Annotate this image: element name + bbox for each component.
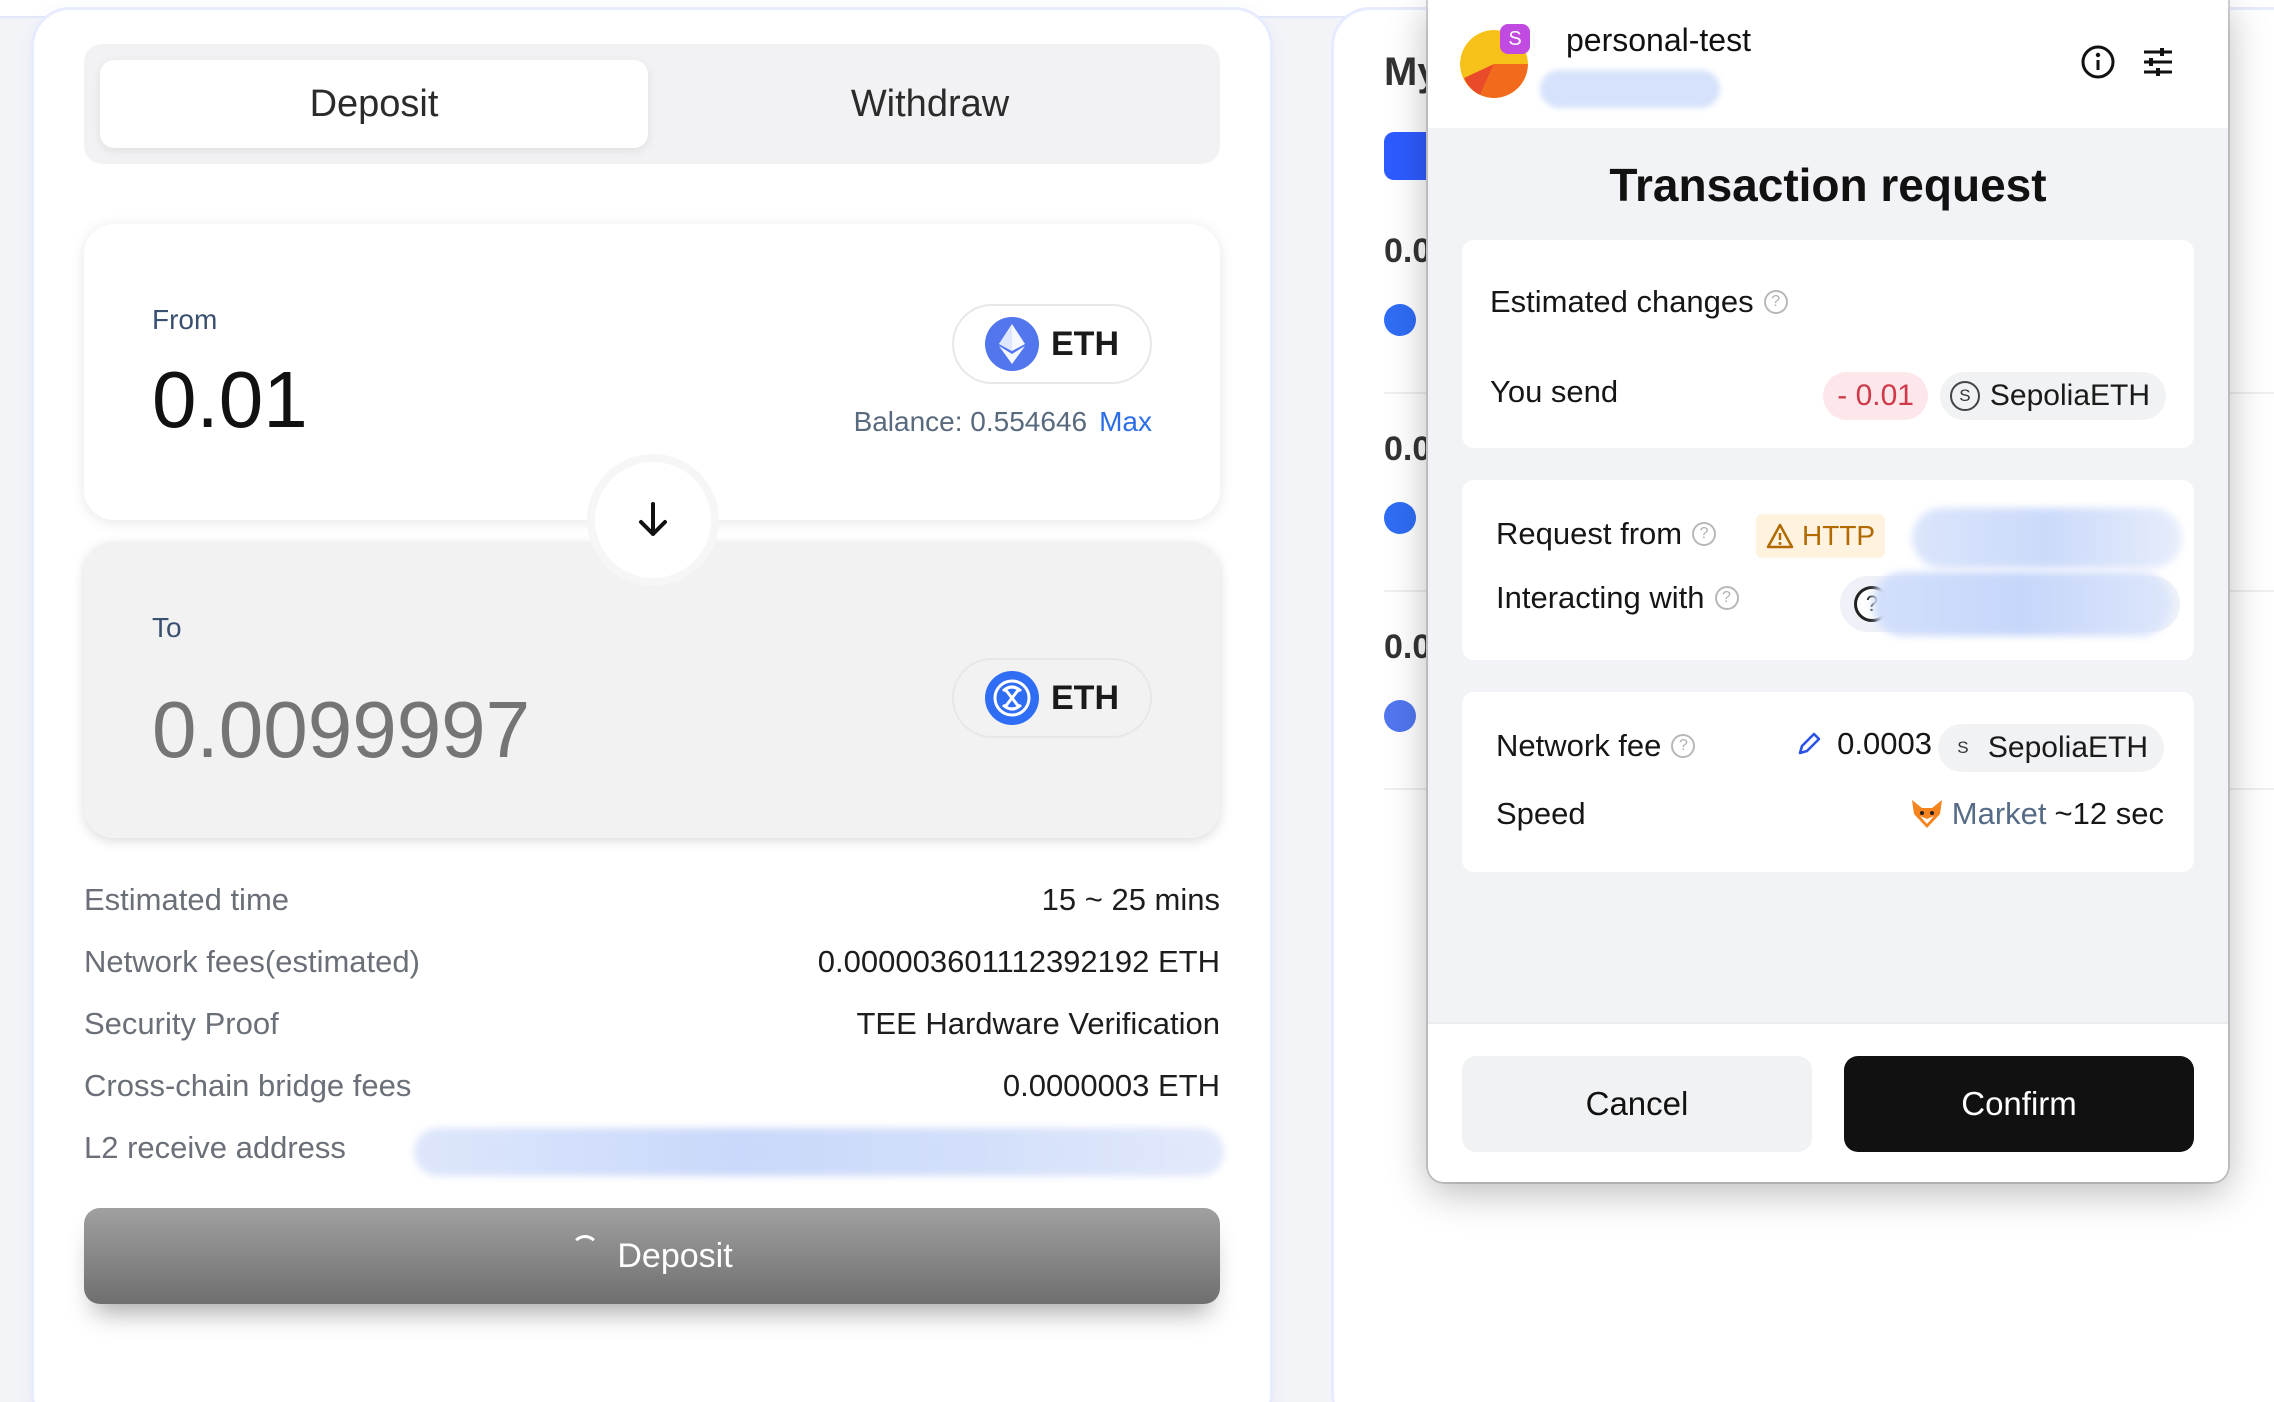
account-badge: S [1500,24,1530,54]
speed-selector[interactable]: Market ~12 sec [1910,796,2164,832]
estimated-changes-label: Estimated changes [1490,284,1754,319]
account-name: personal-test [1566,22,1751,58]
deposit-button-label: Deposit [617,1236,733,1275]
detail-value: TEE Hardware Verification [856,1006,1220,1041]
tab-deposit[interactable]: Deposit [100,60,648,148]
request-origin-section: Request from ? HTTP Interacting with ? ? [1462,480,2194,660]
history-amount: 0.0 [1384,628,1432,666]
fee-section: Network fee ? 0.0003 S SepoliaETH Speed … [1462,692,2194,872]
bridged-eth-icon [1384,502,1416,534]
to-label: To [152,612,182,643]
speed-market: Market [1951,796,2047,831]
bridge-details: Estimated time 15 ~ 25 mins Network fees… [84,872,1224,1182]
deposit-button[interactable]: Deposit [84,1208,1220,1304]
sliders-icon[interactable] [2140,44,2176,85]
detail-row: Cross-chain bridge fees 0.0000003 ETH [84,1058,1220,1120]
deposit-withdraw-tabs: Deposit Withdraw [84,44,1220,164]
detail-row: Estimated time 15 ~ 25 mins [84,872,1220,934]
loading-spinner-icon [571,1235,600,1263]
tab-withdraw[interactable]: Withdraw [656,60,1204,148]
help-icon[interactable]: ? [1763,290,1788,314]
network-fee-row: Network fee ? [1496,728,1696,764]
help-icon[interactable]: ? [1714,586,1739,610]
network-fee-value[interactable]: 0.0003 [1795,726,1932,762]
balance-text: Balance: 0.554646 [853,406,1088,437]
detail-row: Network fees(estimated) 0.00000360111239… [84,934,1220,996]
http-warning-badge: HTTP [1756,514,1886,558]
history-amount: 0.0 [1384,232,1432,270]
detail-row: Security Proof TEE Hardware Verification [84,996,1220,1058]
speed-time: ~12 sec [2054,796,2164,831]
bridged-eth-icon [985,671,1039,725]
info-icon[interactable] [2080,44,2116,85]
speed-label: Speed [1496,796,1586,831]
http-label: HTTP [1802,520,1876,551]
swap-direction-button[interactable] [595,462,711,578]
max-button[interactable]: Max [1099,406,1152,437]
token-name: SepoliaETH [1989,379,2150,412]
interacting-with-label: Interacting with [1496,580,1705,615]
interacting-with-row: Interacting with ? [1496,580,1739,616]
page-title: Transaction request [1609,159,2047,211]
to-panel: To 0.0099997 ETH [84,542,1220,838]
detail-row: L2 receive address [84,1120,1224,1182]
detail-key: L2 receive address [84,1130,346,1165]
detail-key: Cross-chain bridge fees [84,1068,412,1103]
fee-token-pill: S SepoliaETH [1937,724,2164,772]
ethereum-icon [985,317,1039,371]
from-label: From [152,304,218,335]
fee-amount: 0.0003 [1837,726,1932,761]
sepolia-token-icon: S [1957,738,1969,757]
fee-token-name: SepoliaETH [1987,731,2148,764]
detail-key: Security Proof [84,1006,279,1041]
redacted-origin [1912,508,2182,568]
redacted-account-address [1540,70,1720,108]
ethereum-icon [1384,700,1416,732]
sepolia-token-icon: S [1949,381,1980,411]
from-token-label: ETH [1051,324,1119,363]
detail-value: 0.000003601112392192 ETH [817,944,1220,979]
confirm-button[interactable]: Confirm [1844,1056,2194,1152]
from-amount-input[interactable]: 0.01 [152,354,308,446]
help-icon[interactable]: ? [1671,734,1696,758]
detail-key: Network fees(estimated) [84,944,420,979]
popup-header: S personal-test [1428,0,2228,128]
estimated-changes-heading: Estimated changes ? [1490,284,1788,320]
warning-icon [1766,523,1794,549]
history-amount: 0.0 [1384,430,1432,468]
estimated-changes-section: Estimated changes ? You send - 0.01 S Se… [1462,240,2194,448]
arrow-down-icon [639,502,667,536]
detail-value: 0.0000003 ETH [1002,1068,1220,1103]
detail-value: 15 ~ 25 mins [1041,882,1220,917]
request-from-row: Request from ? [1496,516,1717,552]
send-amount-badge: - 0.01 [1823,372,1928,420]
to-token-label: ETH [1051,678,1119,717]
wallet-popup: S personal-test Transaction request Esti… [1428,0,2228,1182]
to-amount: 0.0099997 [152,685,531,774]
request-from-label: Request from [1496,516,1683,551]
pencil-icon [1798,732,1821,755]
cancel-button[interactable]: Cancel [1462,1056,1812,1152]
balance-line: Balance: 0.554646 Max [854,406,1152,438]
redacted-contract [1872,572,2172,636]
popup-footer: Cancel Confirm [1428,1022,2228,1182]
bridged-eth-icon [1384,304,1416,336]
from-token-selector[interactable]: ETH [952,304,1152,384]
network-fee-label: Network fee [1496,728,1662,763]
detail-key: Estimated time [84,882,290,917]
fox-icon [1911,800,1942,828]
to-token-selector[interactable]: ETH [952,658,1152,738]
token-pill[interactable]: S SepoliaETH [1939,372,2166,420]
you-send-label: You send [1490,374,1619,409]
redacted-address [414,1128,1224,1176]
help-icon[interactable]: ? [1692,522,1717,546]
